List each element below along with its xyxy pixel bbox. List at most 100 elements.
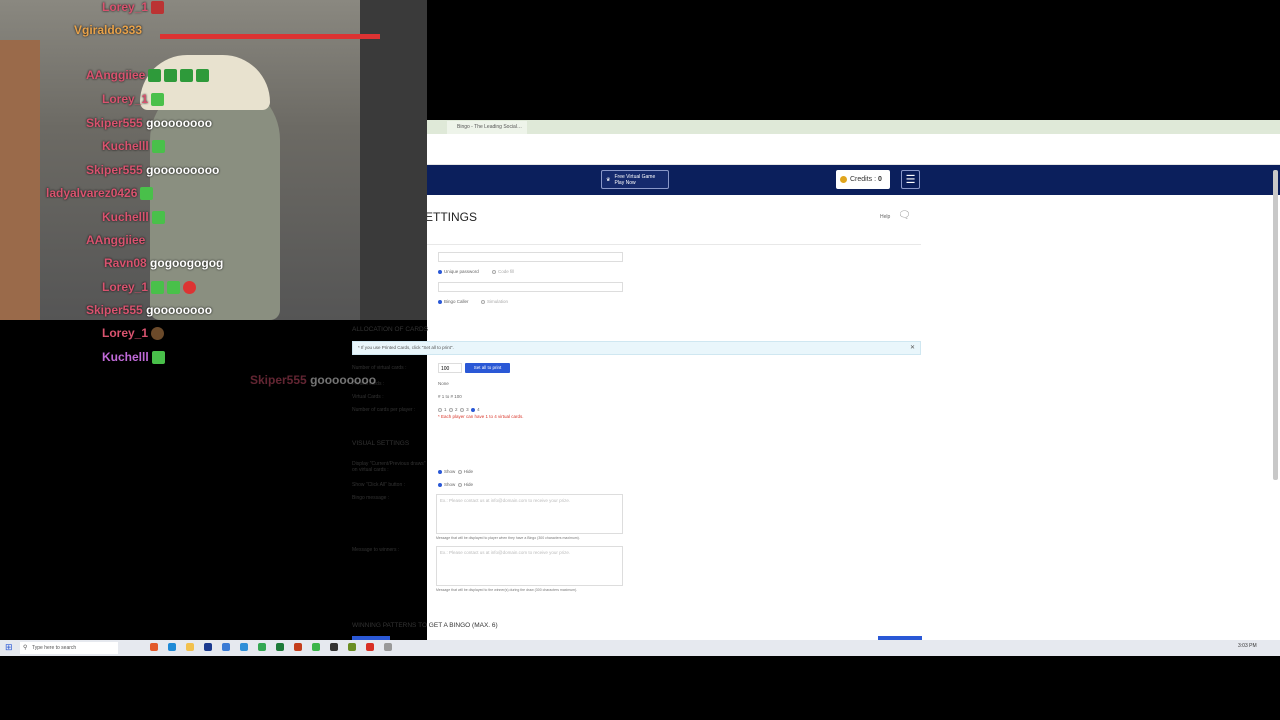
- unique-password-option[interactable]: Unique password: [438, 269, 479, 274]
- obs-icon[interactable]: [330, 643, 338, 651]
- app-icon[interactable]: [312, 643, 320, 651]
- radio-icon[interactable]: [438, 407, 442, 412]
- hamburger-menu-icon[interactable]: ☰: [901, 170, 920, 189]
- cards-per-player-label: Number of cards per player :: [352, 407, 416, 413]
- printed-cards-value: None: [438, 381, 449, 386]
- code-input[interactable]: [438, 282, 623, 292]
- credits-badge[interactable]: Credits : 0: [836, 170, 890, 189]
- bingo-message-label: Bingo message :: [352, 495, 390, 501]
- coin-icon: [840, 176, 847, 183]
- app-icon[interactable]: [348, 643, 356, 651]
- store-icon[interactable]: [204, 643, 212, 651]
- winners-message-label: Message to winners :: [352, 547, 400, 553]
- display-draws-label: Display "Current/Previous draws" on virt…: [352, 461, 426, 473]
- webcam-feed: [0, 0, 427, 320]
- virtual-cards-value: # 1 to # 100: [438, 394, 462, 399]
- virtual-cards-number-input[interactable]: 100: [438, 363, 462, 373]
- winners-message-textarea[interactable]: Ex.: Please contact us at info@domain.co…: [436, 546, 623, 586]
- page-title: ETTINGS: [425, 210, 478, 224]
- cards-per-player-options[interactable]: 1 2 3 4: [438, 407, 480, 412]
- chat-line-fading: Skiper555 goooooooo: [250, 373, 377, 387]
- taskbar: ⊞ ⚲ Type here to search 3:03 PM: [0, 640, 1280, 656]
- allocation-heading: ALLOCATION OF CARDS: [352, 326, 429, 333]
- mail-icon[interactable]: [222, 643, 230, 651]
- excel-icon[interactable]: [276, 643, 284, 651]
- notice-text: * If you use Printed Cards, click "Set a…: [358, 345, 454, 350]
- help-icon[interactable]: 🗨: [898, 210, 911, 221]
- radio-icon[interactable]: [457, 482, 462, 487]
- taskbar-search[interactable]: ⚲ Type here to search: [20, 642, 118, 654]
- radio-icon: [438, 269, 442, 274]
- click-all-options[interactable]: Show Hide: [438, 482, 473, 487]
- edge-icon[interactable]: [168, 643, 176, 651]
- help-link[interactable]: Help: [880, 214, 890, 220]
- promo-sub: Play Now: [614, 179, 636, 186]
- clock[interactable]: 3:03 PM: [1238, 643, 1257, 649]
- folder-icon[interactable]: [186, 643, 194, 651]
- browser-tab[interactable]: Bingo - The Leading Social…: [447, 121, 527, 134]
- simulation-option[interactable]: Simulation: [481, 299, 508, 304]
- chat-line: Skiper555 goooooooo: [86, 116, 213, 130]
- chat-line: Lorey_1: [102, 0, 165, 15]
- chat-line: Kuchelll: [102, 350, 165, 365]
- bingo-message-help: Message that will be displayed to player…: [436, 536, 580, 540]
- app-icon[interactable]: [366, 643, 374, 651]
- code-option[interactable]: Code fill: [492, 269, 514, 274]
- emote-strip: [160, 34, 380, 39]
- chat-line: Skiper555 gooooooooo: [86, 163, 220, 177]
- winners-message-help: Message that will be displayed to the wi…: [436, 588, 578, 592]
- chat-line: Lorey_1: [102, 280, 197, 295]
- click-all-label: Show "Click All" button :: [352, 482, 406, 488]
- chat-line: Kuchelll: [102, 210, 165, 225]
- radio-icon[interactable]: [438, 482, 442, 487]
- scrollbar[interactable]: [1273, 170, 1278, 480]
- credits-label: Credits :: [850, 176, 877, 183]
- chat-line: AAnggiiee: [86, 68, 210, 83]
- radio-icon[interactable]: [460, 407, 465, 412]
- virtual-cards-number-label: Number of virtual cards :: [352, 365, 407, 371]
- winners-message-placeholder: Ex.: Please contact us at info@domain.co…: [440, 550, 571, 555]
- app-icon[interactable]: [240, 643, 248, 651]
- site-navbar: ♛ Free Virtual Game Play Now Credits : 0 …: [427, 165, 1280, 195]
- bingo-caller-option[interactable]: Bingo Caller: [438, 299, 469, 304]
- radio-icon: [481, 299, 485, 304]
- chat-line: AAnggiiee: [86, 233, 146, 247]
- chat-line: Kuchelll: [102, 139, 165, 154]
- shelf: [0, 40, 40, 320]
- radio-icon[interactable]: [471, 407, 476, 412]
- game-icon: ♛: [606, 176, 611, 183]
- close-icon[interactable]: ✕: [910, 344, 915, 351]
- windows-start-icon[interactable]: ⊞: [5, 642, 13, 653]
- tab-strip: Bingo - The Leading Social…: [427, 120, 1280, 134]
- chat-line: Skiper555 goooooooo: [86, 303, 213, 317]
- app-icon[interactable]: [150, 643, 158, 651]
- search-icon: ⚲: [23, 645, 28, 651]
- bingo-message-placeholder: Ex.: Please contact us at info@domain.co…: [440, 498, 571, 503]
- chat-line: Ravn08 gogoogogog: [104, 256, 224, 270]
- winning-patterns-heading: WINNING PATTERNS TO GET A BINGO (MAX. 6): [352, 622, 498, 629]
- radio-icon[interactable]: [449, 407, 454, 412]
- monitor: [360, 0, 427, 320]
- address-bar[interactable]: [427, 134, 1280, 165]
- chat-line: Vgiraldo333: [74, 23, 143, 37]
- free-virtual-game-button[interactable]: ♛ Free Virtual Game Play Now: [601, 170, 669, 189]
- chat-line: ladyalvarez0426: [46, 186, 154, 201]
- radio-icon[interactable]: [438, 469, 442, 474]
- chrome-icon[interactable]: [258, 643, 266, 651]
- chat-line: Lorey_1: [102, 326, 165, 341]
- print-notice: * If you use Printed Cards, click "Set a…: [352, 341, 921, 355]
- visual-settings-heading: VISUAL SETTINGS: [352, 440, 410, 447]
- powerpoint-icon[interactable]: [294, 643, 302, 651]
- radio-icon[interactable]: [457, 469, 462, 474]
- set-all-to-print-button[interactable]: Set all to print: [465, 363, 510, 373]
- app-icon[interactable]: [384, 643, 392, 651]
- display-draws-options[interactable]: Show Hide: [438, 469, 473, 474]
- radio-icon: [438, 299, 442, 304]
- bingo-message-textarea[interactable]: Ex.: Please contact us at info@domain.co…: [436, 494, 623, 534]
- credits-value: 0: [878, 176, 882, 183]
- search-placeholder: Type here to search: [32, 645, 77, 651]
- password-input[interactable]: [438, 252, 623, 262]
- radio-icon: [492, 269, 496, 274]
- divider: [427, 244, 921, 245]
- virtual-cards-label: Virtual Cards :: [352, 394, 384, 400]
